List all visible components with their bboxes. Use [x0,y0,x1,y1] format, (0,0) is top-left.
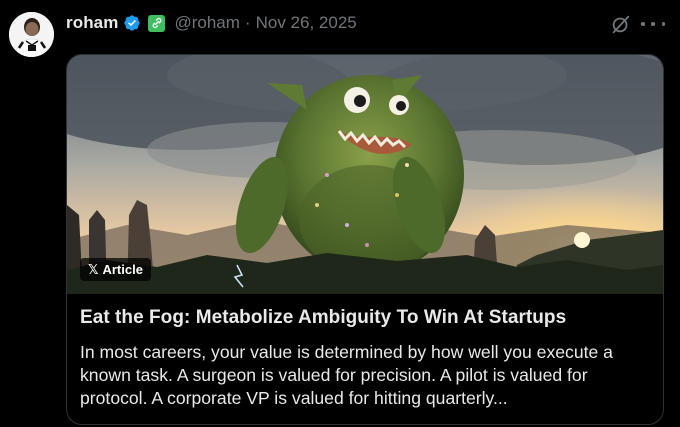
grok-icon[interactable] [610,13,632,35]
post-date[interactable]: Nov 26, 2025 [256,13,357,33]
author-handle[interactable]: @roham [174,13,239,33]
cover-illustration [67,55,663,294]
article-card[interactable]: 𝕏 Article Eat the Fog: Metabolize Ambigu… [66,54,664,425]
more-dot [641,22,645,26]
author-name[interactable]: roham [66,13,118,33]
more-dot [661,22,665,26]
article-title[interactable]: Eat the Fog: Metabolize Ambiguity To Win… [80,307,650,329]
post-header: roham @roham · Nov 26, 2025 [66,10,357,36]
article-badge: 𝕏 Article [80,258,151,281]
more-dot [651,22,655,26]
link-badge-icon [152,17,162,29]
article-badge-label: Article [102,262,143,277]
article-cover-image[interactable]: 𝕏 Article [67,55,663,294]
x-logo-icon: 𝕏 [88,261,99,277]
article-excerpt: In most careers, your value is determine… [80,342,613,408]
verified-badge-icon [124,15,141,31]
post: roham @roham · Nov 26, 2025 𝕏 Article Ea… [0,0,680,427]
date-separator: · [244,13,251,32]
more-options-button[interactable] [641,13,665,35]
avatar-image [9,12,54,57]
avatar[interactable] [9,12,54,57]
affiliation-badge[interactable] [148,14,166,32]
